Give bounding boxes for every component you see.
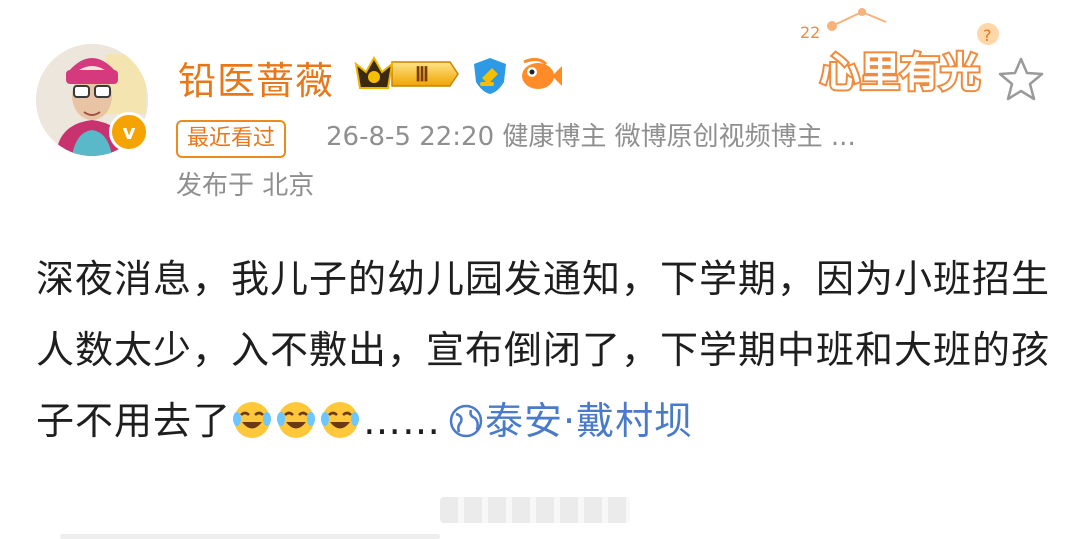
laugh-cry-emoji xyxy=(231,393,273,438)
fish-badge-icon[interactable] xyxy=(516,54,562,94)
username[interactable]: 铅医蔷薇 xyxy=(178,50,334,105)
location-link-label: 泰安·戴村坝 xyxy=(485,399,694,443)
crown-level-icon: Ⅲ xyxy=(354,55,459,89)
level-label: Ⅲ xyxy=(415,64,429,86)
location-link[interactable]: 泰安·戴村坝 xyxy=(441,399,693,443)
heart-light-sticker: 22 ? 心里有光 xyxy=(796,4,1016,116)
post-time-and-source[interactable]: 26-8-5 22:20 健康博主 微博原创视频博主 ... xyxy=(326,120,856,154)
laugh-cry-emoji xyxy=(319,393,361,438)
star-icon xyxy=(998,57,1044,101)
verified-badge: v xyxy=(109,112,149,152)
sticker-text: 心里有光 xyxy=(820,50,980,96)
favorite-star-button[interactable] xyxy=(996,54,1046,104)
member-level-badge[interactable]: Ⅲ xyxy=(352,54,460,94)
next-item-edge xyxy=(60,534,440,539)
globe-location-icon xyxy=(447,392,485,438)
svg-text:22: 22 xyxy=(800,23,820,42)
blurred-content-strip xyxy=(440,497,630,523)
emoji-group xyxy=(231,393,363,464)
svg-text:?: ? xyxy=(983,26,992,45)
post-body: 深夜消息，我儿子的幼儿园发通知，下学期，因为小班招生人数太少，入不敷出，宣布倒闭… xyxy=(36,244,1051,464)
laugh-cry-emoji xyxy=(275,393,317,438)
ellipsis: …… xyxy=(363,399,442,443)
publish-location: 发布于 北京 xyxy=(176,171,315,201)
verified-shield-icon[interactable] xyxy=(470,56,510,96)
recently-viewed-tag: 最近看过 xyxy=(176,120,287,158)
